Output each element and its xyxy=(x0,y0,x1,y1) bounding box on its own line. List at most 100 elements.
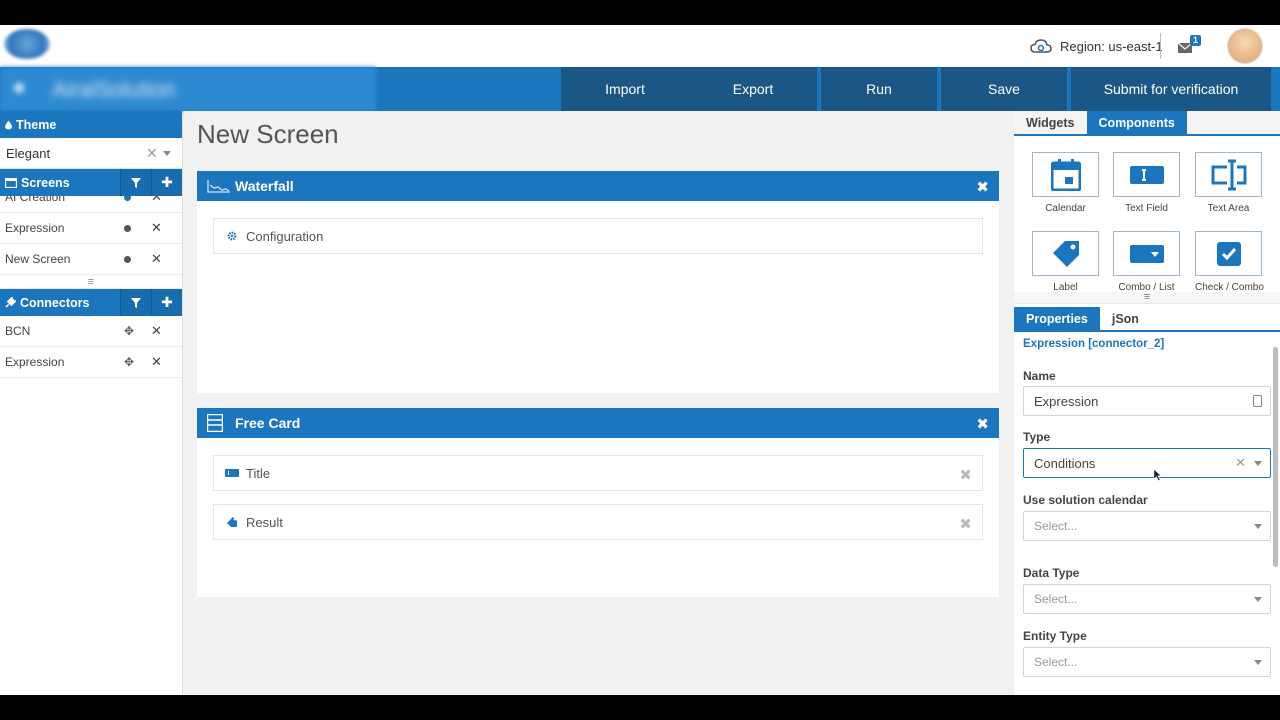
type-select[interactable]: Conditions ✕ xyxy=(1023,448,1271,478)
component-combo-list[interactable]: Combo / List xyxy=(1113,231,1180,292)
component-text-field[interactable]: Text Field xyxy=(1113,152,1180,214)
card-header[interactable]: Waterfall ✖ xyxy=(197,171,999,201)
region-selector[interactable]: Region: us-east-1 xyxy=(1030,37,1163,55)
header-actions: Import Export Run Save Submit for verifi… xyxy=(561,67,1271,111)
free-card[interactable]: Free Card ✖ Title ✖ Result ✖ xyxy=(197,408,999,597)
left-panel: Theme Elegant ✕ Screens ✚ AI Creation ✕ … xyxy=(0,111,183,695)
waterfall-card[interactable]: Waterfall ✖ Configuration xyxy=(197,171,999,393)
close-icon[interactable]: ✖ xyxy=(976,178,989,196)
header-bar: AiralSolution Import Export Run Save Sub… xyxy=(0,67,1280,111)
card-item[interactable]: Title ✖ xyxy=(213,455,983,491)
user-avatar[interactable] xyxy=(1227,28,1263,64)
delete-icon[interactable]: ✕ xyxy=(151,220,162,236)
component-text-area[interactable]: Text Area xyxy=(1195,152,1262,214)
properties-tabs: Properties jSon xyxy=(1014,307,1280,332)
back-icon[interactable] xyxy=(14,83,24,93)
chart-area-icon xyxy=(207,179,235,193)
screen-item[interactable]: AI Creation ✕ xyxy=(0,196,182,213)
tag-icon xyxy=(224,517,240,527)
theme-value: Elegant xyxy=(6,145,51,161)
chevron-down-icon[interactable] xyxy=(163,151,171,156)
delete-icon[interactable]: ✕ xyxy=(151,354,162,370)
textarea-icon xyxy=(1195,152,1262,197)
data-type-select[interactable]: Select... xyxy=(1023,584,1271,614)
chevron-down-icon[interactable] xyxy=(1254,597,1262,602)
run-button[interactable]: Run xyxy=(821,67,937,111)
status-dot xyxy=(124,196,131,204)
chevron-down-icon[interactable] xyxy=(1254,461,1262,466)
connector-item[interactable]: Expression ✥ ✕ xyxy=(0,347,182,378)
import-button[interactable]: Import xyxy=(561,67,689,111)
app-title: AiralSolution xyxy=(0,67,376,111)
remove-icon[interactable]: ✖ xyxy=(959,515,972,533)
tab-json[interactable]: jSon xyxy=(1100,307,1151,330)
textfield-icon xyxy=(224,469,240,477)
tab-components[interactable]: Components xyxy=(1086,111,1187,134)
screen-canvas: New Screen Waterfall ✖ Configuration Fre… xyxy=(184,111,1013,695)
gear-icon xyxy=(224,231,240,241)
submit-for-verification-button[interactable]: Submit for verification xyxy=(1071,67,1271,111)
text-format-icon[interactable] xyxy=(1253,395,1262,407)
connector-item-label: BCN xyxy=(5,324,31,338)
card-item-label: Result xyxy=(246,514,283,530)
filter-icon[interactable] xyxy=(120,169,151,196)
card-title: Free Card xyxy=(235,415,301,431)
screen-item-label: New Screen xyxy=(5,252,71,266)
card-title: Waterfall xyxy=(235,178,294,194)
close-icon[interactable]: ✖ xyxy=(976,415,989,433)
component-label: Label xyxy=(1053,282,1078,292)
clear-icon[interactable]: ✕ xyxy=(146,145,158,162)
screen-item[interactable]: New Screen ✕ xyxy=(0,244,182,275)
theme-select[interactable]: Elegant ✕ xyxy=(0,138,182,169)
scrollbar[interactable] xyxy=(1273,347,1278,567)
screens-title: Screens xyxy=(21,175,70,190)
footer xyxy=(0,679,1280,695)
card-item[interactable]: Configuration xyxy=(213,218,983,254)
entity-type-select[interactable]: Select... xyxy=(1023,647,1271,677)
calendar-icon xyxy=(1032,152,1099,197)
delete-icon[interactable]: ✕ xyxy=(151,196,162,205)
move-icon[interactable]: ✥ xyxy=(124,355,134,369)
resize-handle[interactable]: ≡ xyxy=(0,275,182,289)
remove-icon[interactable]: ✖ xyxy=(959,466,972,484)
chevron-down-icon[interactable] xyxy=(1254,660,1262,665)
right-panel: Widgets Components Calendar Text Field T… xyxy=(1014,111,1280,695)
divider xyxy=(1160,33,1161,59)
add-screen-button[interactable]: ✚ xyxy=(151,169,182,196)
delete-icon[interactable]: ✕ xyxy=(151,251,162,267)
logo[interactable] xyxy=(4,29,50,59)
export-button[interactable]: Export xyxy=(689,67,817,111)
tab-properties[interactable]: Properties xyxy=(1014,307,1100,330)
plug-icon xyxy=(5,297,16,308)
card-item-label: Configuration xyxy=(246,228,324,244)
calendar-label: Use solution calendar xyxy=(1023,493,1148,507)
resize-handle[interactable]: ≡ xyxy=(1014,292,1280,304)
card-item[interactable]: Result ✖ xyxy=(213,504,983,540)
name-field[interactable]: Expression xyxy=(1023,386,1271,416)
delete-icon[interactable]: ✕ xyxy=(151,323,162,339)
component-label[interactable]: Label xyxy=(1032,231,1099,292)
move-icon[interactable]: ✥ xyxy=(124,324,134,338)
status-dot xyxy=(124,252,131,266)
add-connector-button[interactable]: ✚ xyxy=(151,289,182,316)
calendar-select[interactable]: Select... xyxy=(1023,511,1271,541)
component-calendar[interactable]: Calendar xyxy=(1032,152,1099,214)
tab-widgets[interactable]: Widgets xyxy=(1014,111,1087,134)
filter-icon[interactable] xyxy=(120,289,151,316)
connectors-header: Connectors ✚ xyxy=(0,289,182,316)
card-header[interactable]: Free Card ✖ xyxy=(197,408,999,438)
connectors-title: Connectors xyxy=(20,295,90,310)
messages-button[interactable]: 1 xyxy=(1178,35,1204,57)
clear-icon[interactable]: ✕ xyxy=(1235,455,1246,471)
screens-header: Screens ✚ xyxy=(0,169,182,196)
droplet-icon xyxy=(5,120,12,129)
connector-item[interactable]: BCN ✥ ✕ xyxy=(0,316,182,347)
calendar-placeholder: Select... xyxy=(1034,519,1078,533)
textfield-icon xyxy=(1113,152,1180,197)
type-value: Conditions xyxy=(1034,455,1096,471)
screen-item[interactable]: Expression ✕ xyxy=(0,213,182,244)
chevron-down-icon[interactable] xyxy=(1254,524,1262,529)
save-button[interactable]: Save xyxy=(941,67,1067,111)
component-check-combo[interactable]: Check / Combo xyxy=(1195,231,1264,292)
screen-item-label: Expression xyxy=(5,221,65,235)
